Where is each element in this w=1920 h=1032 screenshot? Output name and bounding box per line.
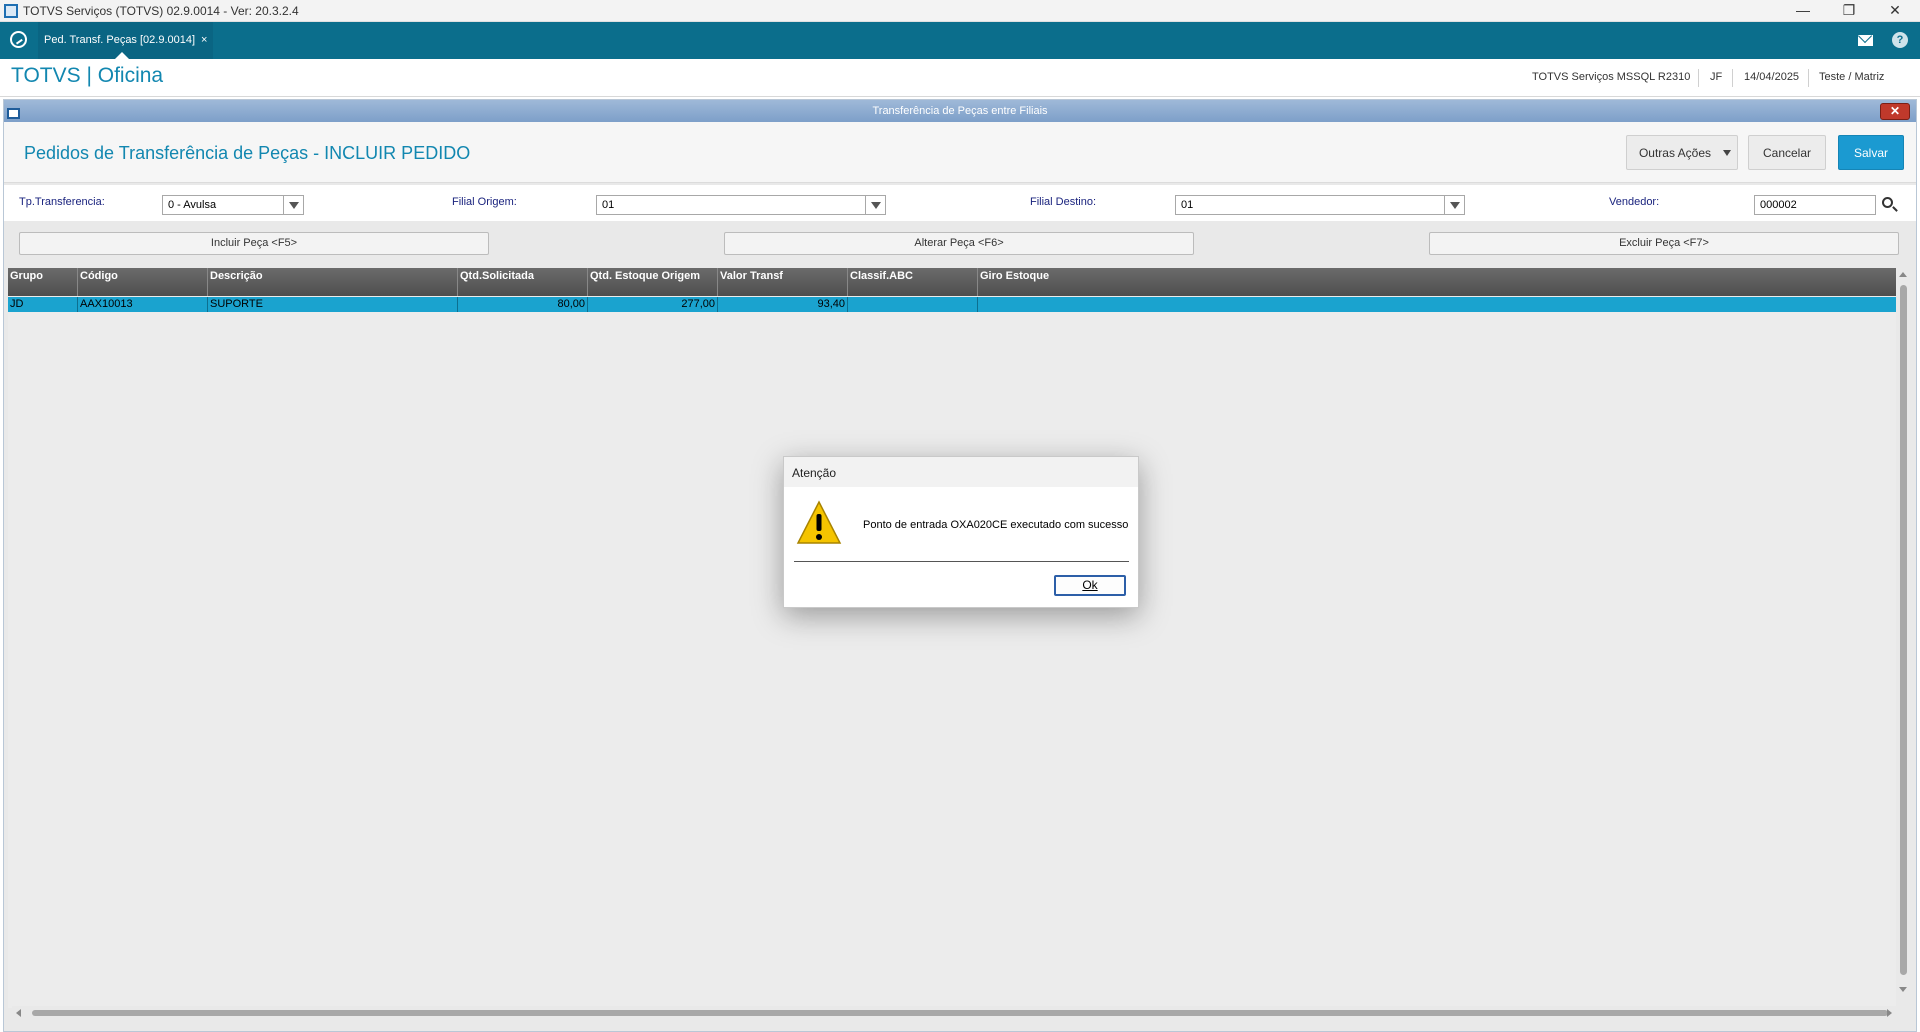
scroll-right-icon[interactable] [1887, 1009, 1892, 1017]
date-info: 14/04/2025 [1744, 71, 1800, 83]
dialog-divider [794, 561, 1129, 562]
page-header: Pedidos de Transferência de Peças - INCL… [4, 122, 1916, 183]
cell-valor-transf: 93,40 [718, 297, 848, 312]
os-window-title: TOTVS Serviços (TOTVS) 02.9.0014 - Ver: … [23, 4, 299, 18]
scroll-thumb[interactable] [32, 1010, 1888, 1016]
tab-ped-transf-pecas[interactable]: Ped. Transf. Peças [02.9.0014] × [38, 22, 214, 59]
mail-icon[interactable] [1858, 35, 1873, 46]
vendedor-value: 000002 [1760, 199, 1797, 211]
grid-header: Grupo Código Descrição Qtd.Solicitada Qt… [8, 268, 1896, 296]
chevron-down-icon[interactable] [283, 196, 303, 214]
window-close-button[interactable]: ✕ [1880, 103, 1910, 120]
close-window-button[interactable]: ✕ [1872, 0, 1918, 22]
dialog-title: Atenção [784, 457, 1138, 487]
tp-transferencia-label: Tp.Transferencia: [19, 196, 105, 208]
incluir-peca-button[interactable]: Incluir Peça <F5> [19, 232, 489, 255]
window-title-bar: Transferência de Peças entre Filiais ✕ [4, 100, 1916, 122]
cell-descricao: SUPORTE [208, 297, 458, 312]
dialog-message: Ponto de entrada OXA020CE executado com … [863, 519, 1129, 531]
horizontal-scrollbar[interactable] [12, 1006, 1896, 1020]
parts-grid: Grupo Código Descrição Qtd.Solicitada Qt… [8, 268, 1896, 1008]
scroll-thumb[interactable] [1900, 285, 1907, 975]
app-header: TOTVS | Oficina TOTVS Serviços MSSQL R23… [0, 59, 1920, 97]
save-button[interactable]: Salvar [1838, 135, 1904, 170]
column-header-grupo[interactable]: Grupo [8, 268, 78, 296]
help-icon[interactable]: ? [1892, 32, 1908, 48]
chevron-down-icon[interactable] [865, 196, 885, 214]
tp-transferencia-value: 0 - Avulsa [168, 199, 217, 211]
chevron-down-icon[interactable] [1444, 196, 1464, 214]
app-icon [4, 4, 18, 18]
other-actions-button[interactable]: Outras Ações [1626, 135, 1738, 170]
column-header-descricao[interactable]: Descrição [208, 268, 458, 296]
ok-button[interactable]: Ok [1054, 575, 1126, 596]
scroll-left-icon[interactable] [16, 1009, 21, 1017]
filter-form: Tp.Transferencia: 0 - Avulsa Filial Orig… [4, 185, 1916, 221]
header-divider [1698, 69, 1699, 87]
cell-classif-abc [848, 297, 978, 312]
os-title-bar: TOTVS Serviços (TOTVS) 02.9.0014 - Ver: … [0, 0, 1920, 22]
cell-qtd-solicitada: 80,00 [458, 297, 588, 312]
vertical-scrollbar[interactable] [1896, 268, 1911, 996]
user-info: JF [1710, 71, 1723, 83]
tp-transferencia-select[interactable]: 0 - Avulsa [162, 195, 304, 215]
alert-dialog: Atenção Ponto de entrada OXA020CE execut… [783, 456, 1139, 608]
environment-info: TOTVS Serviços MSSQL R2310 [1532, 71, 1691, 83]
column-header-valor-transf[interactable]: Valor Transf [718, 268, 848, 296]
home-icon[interactable] [10, 31, 27, 48]
cell-grupo: JD [8, 297, 78, 312]
header-divider [1732, 69, 1733, 87]
filial-destino-value: 01 [1181, 199, 1194, 211]
search-icon[interactable] [1882, 197, 1893, 208]
header-divider [1808, 69, 1809, 87]
window-caption: Transferência de Peças entre Filiais [872, 105, 1048, 117]
page-title: Pedidos de Transferência de Peças - INCL… [24, 143, 471, 163]
cell-giro-estoque [978, 297, 1896, 312]
column-header-classif-abc[interactable]: Classif.ABC [848, 268, 978, 296]
filial-origem-label: Filial Origem: [452, 196, 517, 208]
restore-button[interactable]: ❐ [1826, 0, 1872, 22]
branch-info: Teste / Matriz [1819, 71, 1885, 83]
table-row[interactable]: JD AAX10013 SUPORTE 80,00 277,00 93,40 [8, 297, 1896, 312]
column-header-qtd-estoque-origem[interactable]: Qtd. Estoque Origem [588, 268, 718, 296]
cell-codigo: AAX10013 [78, 297, 208, 312]
brand-logo: TOTVS | Oficina [11, 64, 164, 87]
scroll-down-icon[interactable] [1899, 987, 1907, 992]
cell-qtd-estoque-origem: 277,00 [588, 297, 718, 312]
minimize-button[interactable]: — [1780, 0, 1826, 22]
cancel-button[interactable]: Cancelar [1748, 135, 1826, 170]
tab-active-caret [115, 52, 129, 59]
tab-close-icon[interactable]: × [201, 34, 207, 46]
excluir-peca-button[interactable]: Excluir Peça <F7> [1429, 232, 1899, 255]
tab-label: Ped. Transf. Peças [02.9.0014] [44, 34, 196, 46]
filial-destino-select[interactable]: 01 [1175, 195, 1465, 215]
filial-destino-label: Filial Destino: [1030, 196, 1097, 208]
vendedor-label: Vendedor: [1609, 196, 1660, 208]
filial-origem-value: 01 [602, 199, 615, 211]
tab-bar: Ped. Transf. Peças [02.9.0014] × ? [0, 22, 1920, 59]
column-header-codigo[interactable]: Código [78, 268, 208, 296]
alterar-peca-button[interactable]: Alterar Peça <F6> [724, 232, 1194, 255]
column-header-giro-estoque[interactable]: Giro Estoque [978, 268, 1896, 296]
scroll-up-icon[interactable] [1899, 272, 1907, 277]
chevron-down-icon [1723, 150, 1731, 156]
filial-origem-select[interactable]: 01 [596, 195, 886, 215]
other-actions-label: Outras Ações [1638, 146, 1712, 160]
vendedor-input[interactable]: 000002 [1754, 195, 1876, 215]
warning-icon [796, 500, 842, 544]
column-header-qtd-solicitada[interactable]: Qtd.Solicitada [458, 268, 588, 296]
